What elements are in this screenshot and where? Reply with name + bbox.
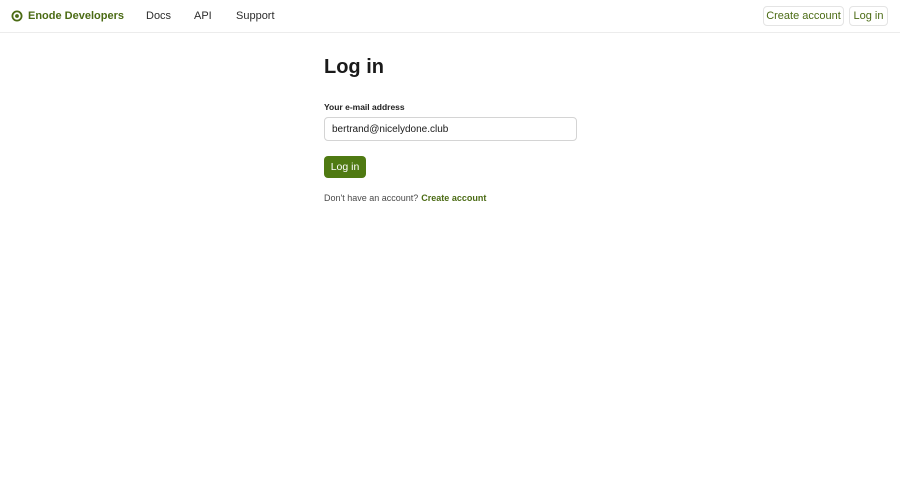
page-title: Log in (324, 56, 384, 78)
email-field[interactable] (324, 117, 577, 141)
log-in-submit-button[interactable]: Log in (324, 156, 366, 178)
top-navigation-bar: Enode Developers Docs API Support Create… (0, 0, 900, 33)
nav-link-docs[interactable]: Docs (146, 10, 171, 22)
brand-home-link[interactable]: Enode Developers (11, 9, 124, 23)
create-account-button[interactable]: Create account (763, 6, 844, 26)
no-account-text: Don't have an account? (324, 193, 419, 203)
brand-name: Enode Developers (28, 10, 124, 22)
enode-logo-icon (11, 10, 23, 22)
log-in-button[interactable]: Log in (849, 6, 888, 26)
nav-link-api[interactable]: API (194, 10, 212, 22)
signup-prompt: Don't have an account? Create account (324, 193, 486, 203)
login-form-container: Log in Your e-mail address Log in Don't … (324, 55, 577, 203)
create-account-link[interactable]: Create account (421, 193, 486, 203)
email-field-label: Your e-mail address (324, 102, 405, 112)
nav-link-support[interactable]: Support (236, 10, 275, 22)
